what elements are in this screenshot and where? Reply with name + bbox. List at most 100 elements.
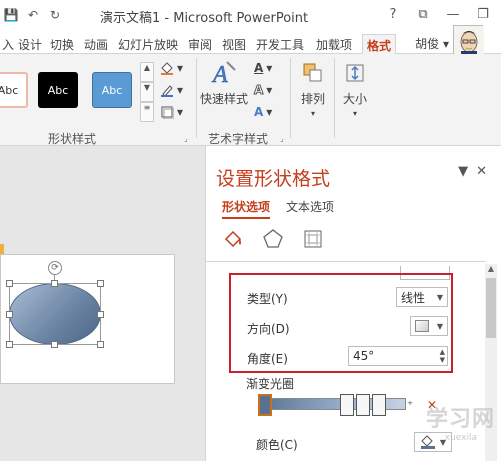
- tab-transitions[interactable]: 切换: [46, 34, 78, 54]
- tab-developer[interactable]: 开发工具: [252, 34, 308, 54]
- pane-controls: ▼ ✕: [458, 164, 487, 179]
- shape-effects-button[interactable]: ▾: [160, 104, 196, 120]
- tab-animations[interactable]: 动画: [80, 34, 112, 54]
- size-dropdown-icon: ▾: [352, 109, 357, 118]
- ribbon-separator: [290, 58, 291, 138]
- shape-style-swatch-2[interactable]: Abc: [38, 72, 78, 108]
- resize-handle[interactable]: [97, 311, 104, 318]
- gallery-up-icon[interactable]: ▲: [140, 62, 154, 82]
- user-avatar[interactable]: [453, 25, 484, 56]
- gradient-stop[interactable]: [372, 394, 386, 416]
- angle-label: 角度(E): [247, 352, 288, 366]
- quick-access-toolbar: 💾 ↶ ↻: [2, 6, 64, 24]
- tab-shape-options[interactable]: 形状选项: [222, 198, 271, 219]
- add-stop-icon[interactable]: ⁺: [402, 396, 418, 414]
- pane-title: 设置形状格式: [216, 168, 331, 190]
- direction-label: 方向(D): [247, 322, 290, 336]
- tab-text-options[interactable]: 文本选项: [286, 198, 334, 215]
- dropdown-arrow-icon: ▼: [436, 293, 443, 302]
- text-fill-button[interactable]: A ▾: [254, 60, 290, 76]
- tab-review[interactable]: 审阅: [184, 34, 216, 54]
- gradient-stops-label: 渐变光圈: [246, 377, 295, 391]
- shape-fill-button[interactable]: ▾: [160, 60, 196, 76]
- resize-handle[interactable]: [97, 280, 104, 287]
- angle-spinner[interactable]: 45° ▲ ▼: [348, 346, 448, 366]
- pane-category-icons: [220, 226, 326, 252]
- paint-bucket-icon: [420, 435, 435, 449]
- shape-style-swatch-3[interactable]: Abc: [92, 72, 132, 108]
- pane-close-icon[interactable]: ✕: [476, 164, 487, 179]
- ribbon-separator: [196, 58, 197, 138]
- resize-handle[interactable]: [97, 341, 104, 348]
- size-label: 大小: [342, 92, 367, 106]
- rotate-handle-icon[interactable]: ⟳: [48, 261, 62, 275]
- scroll-up-icon[interactable]: ▲: [485, 264, 497, 276]
- arrange-button[interactable]: 排列 ▾: [298, 58, 328, 118]
- slide-canvas[interactable]: ⟳: [0, 254, 175, 384]
- gradient-stop-selected[interactable]: [258, 394, 272, 416]
- resize-handle[interactable]: [51, 280, 58, 287]
- fill-line-icon[interactable]: [220, 226, 246, 252]
- selection-box: [9, 283, 101, 345]
- text-effects-button[interactable]: A ▾: [254, 104, 290, 120]
- slide-edge-mark: [0, 244, 4, 254]
- spinner-buttons[interactable]: ▲ ▼: [440, 348, 445, 364]
- arrange-icon: [298, 58, 328, 88]
- effects-pentagon-icon[interactable]: [260, 226, 286, 252]
- gallery-down-icon[interactable]: ▼: [140, 82, 154, 102]
- ribbon-tab-row: 入 设计 切换 动画 幻灯片放映 审阅 视图 开发工具 加载项 格式 胡俊 ▾: [0, 32, 501, 54]
- minimize-button[interactable]: —: [439, 4, 467, 24]
- watermark-sub: xuexila: [444, 433, 477, 443]
- paint-bucket-icon: [161, 62, 173, 75]
- text-outline-icon: A: [253, 83, 264, 98]
- resize-handle[interactable]: [51, 341, 58, 348]
- shape-styles-launcher-icon[interactable]: ⌟: [184, 134, 188, 143]
- restore-button[interactable]: ❐: [469, 4, 497, 24]
- resize-handle[interactable]: [6, 280, 13, 287]
- help-button[interactable]: ?: [379, 4, 407, 24]
- dropdown-arrow-icon: ▼: [436, 322, 443, 331]
- watermark: 学习网: [425, 407, 495, 432]
- redo-icon[interactable]: ↻: [46, 6, 64, 24]
- gradient-type-dropdown[interactable]: 线性 ▼: [396, 287, 448, 307]
- gradient-stop[interactable]: [356, 394, 370, 416]
- user-name[interactable]: 胡俊 ▾: [415, 35, 449, 52]
- spin-up-icon: ▲: [439, 348, 445, 356]
- save-icon[interactable]: 💾: [2, 6, 20, 24]
- tab-format[interactable]: 格式: [362, 34, 397, 54]
- shape-tools: ▾ ▾ ▾: [160, 60, 196, 120]
- tab-design[interactable]: 设计: [14, 34, 46, 54]
- scroll-thumb[interactable]: [486, 278, 496, 338]
- size-button[interactable]: 大小 ▾: [340, 58, 370, 118]
- text-outline-button[interactable]: A ▾: [253, 82, 290, 98]
- shape-styles-group-label: 形状样式: [48, 132, 97, 146]
- resize-handle[interactable]: [6, 311, 13, 318]
- undo-icon[interactable]: ↶: [24, 6, 42, 24]
- tab-view[interactable]: 视图: [218, 34, 250, 54]
- tab-slideshow[interactable]: 幻灯片放映: [114, 34, 182, 54]
- art-text-launcher-icon[interactable]: ⌟: [280, 134, 284, 143]
- art-text-group-label: 艺术字样式: [208, 132, 269, 146]
- text-fill-icon: A: [254, 61, 264, 75]
- gradient-stop[interactable]: [340, 394, 354, 416]
- effects-icon: [161, 106, 174, 119]
- style-gallery-scroll[interactable]: ▲ ▼ ≡: [140, 62, 154, 122]
- shape-style-swatch-1[interactable]: Abc: [0, 72, 28, 108]
- type-label: 类型(Y): [247, 292, 288, 306]
- quick-styles-button[interactable]: A 快速样式: [200, 58, 248, 107]
- pen-icon: [161, 85, 173, 97]
- ribbon-display-button[interactable]: ⧉: [409, 4, 437, 24]
- pane-options-icon[interactable]: ▼: [458, 164, 468, 179]
- gradient-direction-dropdown[interactable]: ▼: [410, 316, 448, 336]
- window-title: 演示文稿1 - Microsoft PowerPoint: [100, 11, 309, 26]
- slide-editing-area: ⟳: [0, 146, 205, 461]
- size-properties-icon[interactable]: [300, 226, 326, 252]
- gallery-more-icon[interactable]: ≡: [140, 102, 154, 122]
- shape-outline-button[interactable]: ▾: [160, 82, 196, 98]
- avatar-icon: [454, 26, 484, 56]
- svg-text:A: A: [211, 62, 228, 88]
- resize-handle[interactable]: [6, 341, 13, 348]
- text-effects-icon: A: [254, 105, 264, 119]
- tab-addins[interactable]: 加载项: [312, 34, 356, 54]
- text-tools: A ▾ A ▾ A ▾: [253, 60, 290, 120]
